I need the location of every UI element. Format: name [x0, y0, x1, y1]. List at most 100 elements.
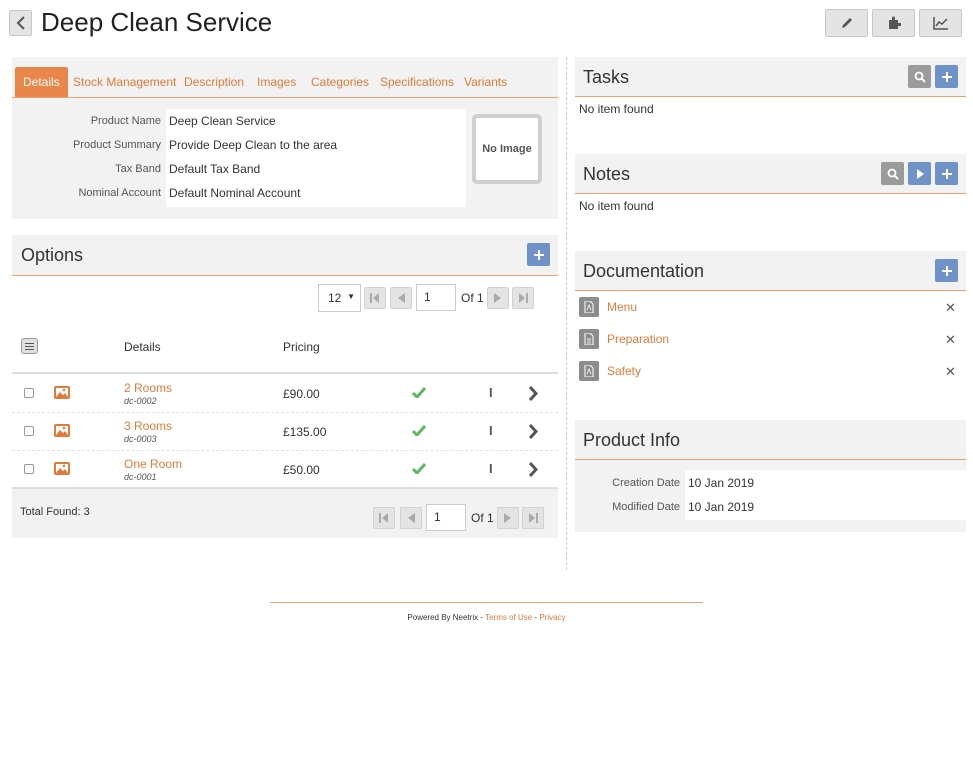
page-input[interactable]: 1: [416, 284, 456, 311]
options-panel: Options 12 ▼ 1 Of 1 Details Pricing 2 Ro…: [12, 235, 558, 538]
chevron-right-icon[interactable]: [528, 386, 538, 401]
prev-page-button[interactable]: [400, 507, 422, 529]
first-page-button[interactable]: [364, 287, 386, 309]
column-menu-icon[interactable]: [21, 338, 38, 354]
add-note-button[interactable]: [935, 162, 958, 185]
table-body: 2 Rooms dc-0002 £90.00 I 3 Rooms dc-0003…: [12, 372, 558, 489]
tab-images[interactable]: Images: [257, 67, 296, 97]
tab-specifications[interactable]: Specifications: [380, 67, 454, 97]
pdf-icon: [579, 297, 599, 317]
document-link[interactable]: Safety: [607, 364, 641, 378]
powered-by: Powered By Neetrix: [407, 613, 479, 622]
tab-variants[interactable]: Variants: [464, 67, 507, 97]
plugin-button[interactable]: [872, 9, 915, 37]
delete-icon[interactable]: ✕: [945, 364, 956, 380]
row-checkbox[interactable]: [24, 388, 34, 398]
page-title: Deep Clean Service: [41, 7, 273, 37]
search-notes-button[interactable]: [881, 162, 904, 185]
table-row[interactable]: One Room dc-0001 £50.00 I: [12, 451, 558, 489]
terms-link[interactable]: Terms of Use: [485, 613, 532, 622]
footer: Powered By Neetrix - Terms of Use - Priv…: [407, 613, 566, 622]
image-icon[interactable]: [54, 386, 70, 399]
option-code: dc-0002: [124, 396, 157, 406]
prev-page-button[interactable]: [390, 287, 412, 309]
next-page-button[interactable]: [487, 287, 509, 309]
delete-icon[interactable]: ✕: [945, 332, 956, 348]
table-row[interactable]: 2 Rooms dc-0002 £90.00 I: [12, 374, 558, 413]
add-document-button[interactable]: [935, 259, 958, 282]
details-panel: Details Stock Management Description Ima…: [12, 57, 558, 219]
document-item[interactable]: Preparation ✕: [575, 328, 966, 352]
documentation-panel: Documentation: [575, 251, 966, 291]
option-price: £90.00: [283, 387, 320, 401]
add-option-button[interactable]: [527, 243, 550, 266]
search-icon: [914, 71, 926, 83]
dropdown-arrow-icon: ▼: [347, 292, 355, 301]
tasks-title: Tasks: [583, 67, 630, 87]
tab-stock-management[interactable]: Stock Management: [73, 67, 176, 97]
privacy-link[interactable]: Privacy: [539, 613, 565, 622]
prev-page-icon: [398, 293, 405, 303]
image-icon[interactable]: [54, 424, 70, 437]
next-page-button[interactable]: [497, 507, 519, 529]
tab-description[interactable]: Description: [184, 67, 244, 97]
add-task-button[interactable]: [935, 65, 958, 88]
edit-button[interactable]: [825, 9, 868, 37]
chevron-right-icon[interactable]: [528, 424, 538, 439]
prev-page-icon: [408, 513, 415, 523]
document-link[interactable]: Menu: [607, 300, 637, 314]
drag-handle-icon[interactable]: I: [489, 461, 493, 476]
document-item[interactable]: Safety ✕: [575, 360, 966, 384]
last-page-button[interactable]: [522, 507, 544, 529]
product-info-title: Product Info: [583, 430, 681, 450]
plus-icon: [941, 71, 952, 82]
play-notes-button[interactable]: [908, 162, 931, 185]
option-name-link[interactable]: One Room: [124, 457, 182, 471]
back-button[interactable]: [9, 10, 32, 36]
page-input[interactable]: 1: [426, 504, 466, 531]
drag-handle-icon[interactable]: I: [489, 385, 493, 400]
product-image-placeholder[interactable]: No Image: [472, 114, 542, 184]
document-link[interactable]: Preparation: [607, 332, 669, 346]
column-divider: [566, 57, 567, 570]
tab-details[interactable]: Details: [15, 67, 68, 97]
product-summary-value: Provide Deep Clean to the area: [169, 138, 338, 152]
first-page-icon: [370, 293, 379, 303]
check-icon: [412, 387, 426, 398]
row-checkbox[interactable]: [24, 426, 34, 436]
last-page-icon: [519, 293, 528, 303]
check-icon: [412, 425, 426, 436]
document-item[interactable]: Menu ✕: [575, 296, 966, 320]
play-icon: [916, 168, 924, 179]
field-label: Modified Date: [612, 501, 680, 513]
chevron-right-icon[interactable]: [528, 462, 538, 477]
option-name-link[interactable]: 3 Rooms: [124, 419, 172, 433]
nominal-account-value: Default Nominal Account: [169, 186, 301, 200]
document-icon: [579, 329, 599, 349]
image-icon[interactable]: [54, 462, 70, 475]
page-size-select[interactable]: 12 ▼: [318, 284, 361, 312]
drag-handle-icon[interactable]: I: [489, 423, 493, 438]
footer-divider: [270, 602, 703, 603]
option-name-link[interactable]: 2 Rooms: [124, 381, 172, 395]
last-page-icon: [529, 513, 538, 523]
delete-icon[interactable]: ✕: [945, 300, 956, 316]
options-title: Options: [21, 245, 84, 265]
plus-icon: [533, 249, 544, 260]
notes-title: Notes: [583, 164, 631, 184]
first-page-icon: [379, 513, 388, 523]
table-row[interactable]: 3 Rooms dc-0003 £135.00 I: [12, 413, 558, 451]
tab-categories[interactable]: Categories: [311, 67, 369, 97]
last-page-button[interactable]: [512, 287, 534, 309]
row-checkbox[interactable]: [24, 464, 34, 474]
search-tasks-button[interactable]: [908, 65, 931, 88]
column-header-details: Details: [124, 340, 161, 354]
stats-button[interactable]: [919, 9, 962, 37]
tax-band-value: Default Tax Band: [169, 162, 261, 176]
column-header-pricing: Pricing: [283, 340, 320, 354]
field-label: Nominal Account: [78, 187, 161, 199]
page-of-label: Of 1: [471, 511, 494, 525]
plus-icon: [941, 265, 952, 276]
first-page-button[interactable]: [373, 507, 395, 529]
total-found: Total Found: 3: [20, 506, 90, 518]
